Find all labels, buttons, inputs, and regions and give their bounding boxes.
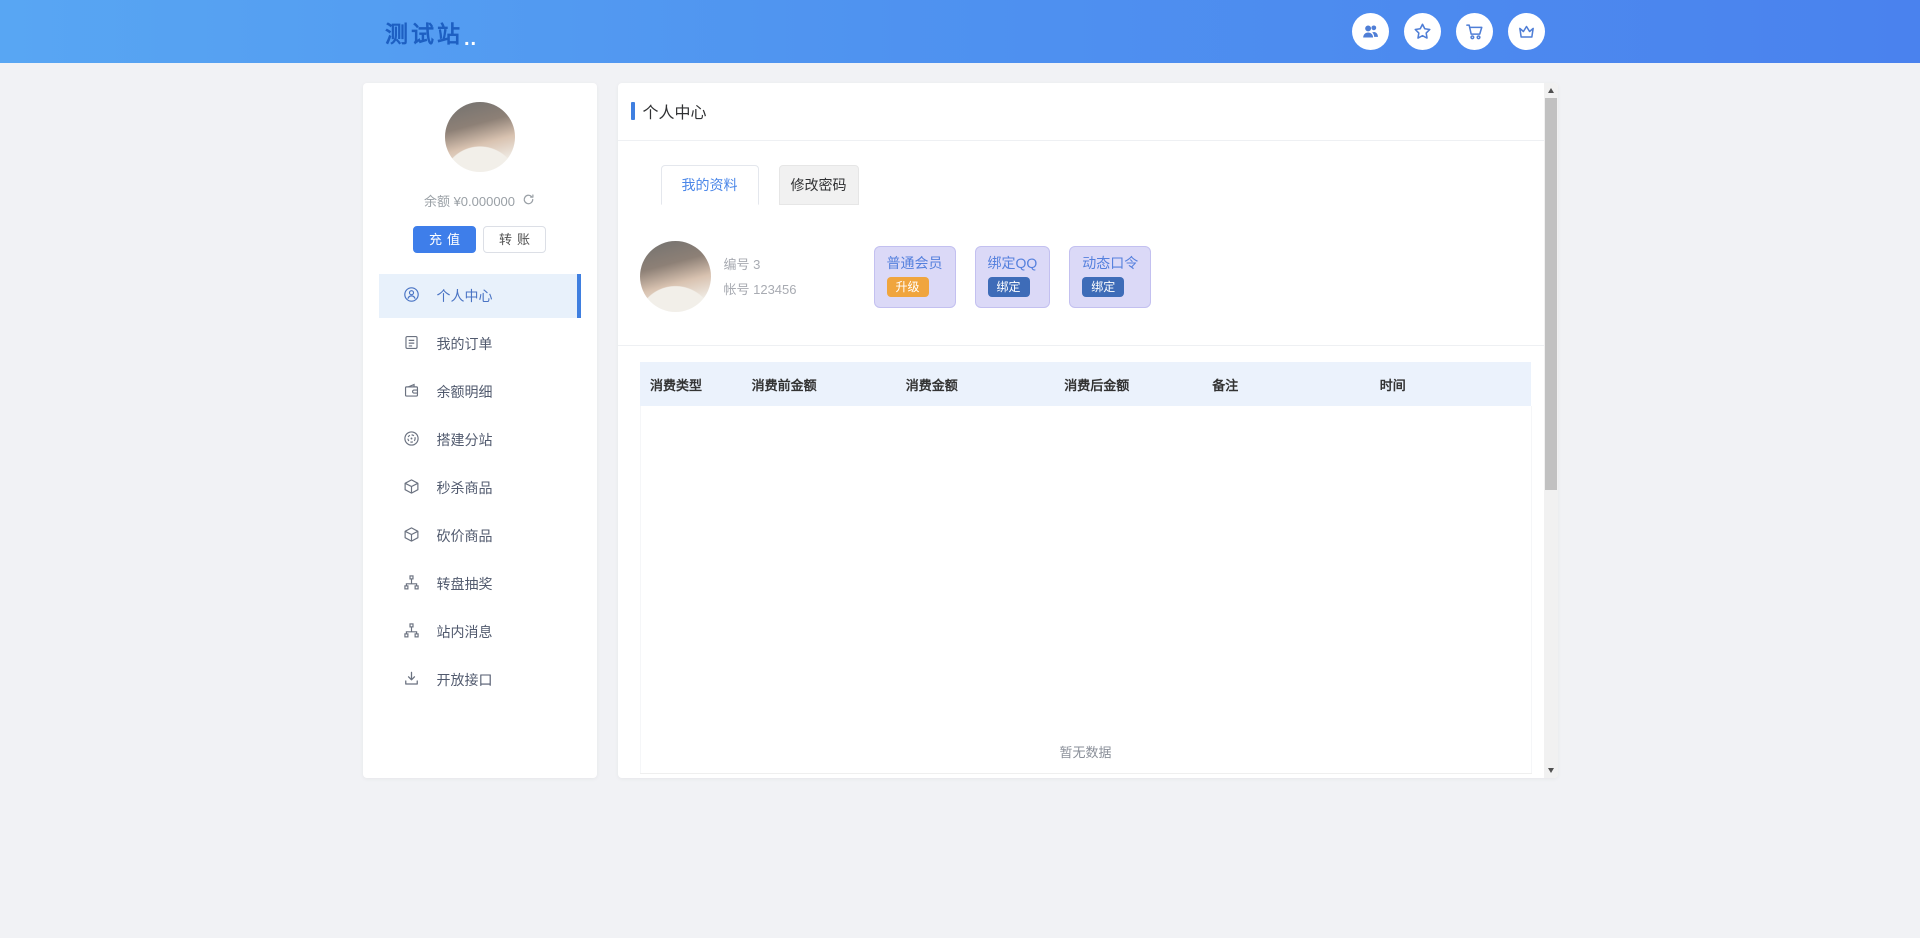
- status-badge-card: 动态口令 绑定: [1069, 246, 1151, 308]
- sidebar-item-label: 个人中心: [437, 286, 493, 306]
- table-column-header: 消费金额: [896, 362, 1055, 406]
- user-avatar[interactable]: [445, 102, 515, 172]
- sidebar-menu: 个人中心 我的订单 余额明细 搭建分站: [379, 274, 581, 702]
- transfer-button[interactable]: 转账: [483, 226, 546, 253]
- section-divider: [618, 345, 1558, 346]
- tab-label: 我的资料: [682, 177, 738, 193]
- table-column-header: 消费前金额: [742, 362, 896, 406]
- order-icon: [403, 334, 420, 354]
- sidebar-menu-item[interactable]: 开放接口: [379, 658, 581, 702]
- status-badge-card: 普通会员 升级: [874, 246, 956, 308]
- user-circle-icon: [403, 286, 420, 306]
- table-column-header: 消费类型: [640, 362, 742, 406]
- sidebar-menu-item[interactable]: 搭建分站: [379, 418, 581, 462]
- star-icon[interactable]: [1404, 13, 1441, 50]
- title-divider: [618, 140, 1558, 141]
- tab-bar: 我的资料 修改密码: [641, 165, 1558, 205]
- cube-icon: [403, 526, 420, 546]
- profile-id: 编号 3: [724, 252, 820, 277]
- table-column-header: 消费后金额: [1054, 362, 1202, 406]
- table-header-row: 消费类型 消费前金额 消费金额 消费后金额 备注 时间: [640, 362, 1531, 406]
- profile-avatar[interactable]: [640, 241, 711, 312]
- wallet-icon: [403, 382, 420, 402]
- page-container: 余额 ¥0.000000 充值 转账 个人中心 我的订单: [363, 83, 1558, 778]
- consumption-table-wrap: 消费类型 消费前金额 消费金额 消费后金额 备注 时间: [640, 362, 1532, 774]
- balance-row: 余额 ¥0.000000: [363, 191, 597, 210]
- panel-title-row: 个人中心: [618, 83, 1558, 123]
- sidebar-menu-item[interactable]: 秒杀商品: [379, 466, 581, 510]
- site-logo-dots: ..: [464, 29, 477, 49]
- top-header: 测试站..: [0, 0, 1920, 63]
- balance-actions: 充值 转账: [363, 226, 597, 253]
- profile-section: 编号 3 帐号 123456 普通会员 升级 绑定QQ 绑定: [640, 241, 1558, 312]
- sidebar-item-label: 我的订单: [437, 334, 493, 354]
- sidebar-item-label: 转盘抽奖: [437, 574, 493, 594]
- badge-action-button[interactable]: 绑定: [988, 277, 1030, 297]
- badge-title: 普通会员: [887, 256, 943, 271]
- sidebar: 余额 ¥0.000000 充值 转账 个人中心 我的订单: [363, 83, 597, 778]
- badge-action-button[interactable]: 升级: [887, 277, 929, 297]
- balance-label: 余额 ¥0.000000: [424, 191, 515, 210]
- sidebar-item-label: 砍价商品: [437, 526, 493, 546]
- site-logo-text: 测试站: [385, 15, 463, 49]
- sidebar-menu-item[interactable]: 余额明细: [379, 370, 581, 414]
- cube-icon: [403, 478, 420, 498]
- tab[interactable]: 我的资料: [661, 165, 759, 205]
- badge-title: 动态口令: [1082, 256, 1138, 271]
- sidebar-menu-item[interactable]: 站内消息: [379, 610, 581, 654]
- site-logo[interactable]: 测试站..: [385, 15, 477, 49]
- empty-state-text: 暂无数据: [1059, 742, 1111, 773]
- recharge-button[interactable]: 充值: [413, 226, 476, 253]
- badge-action-button[interactable]: 绑定: [1082, 277, 1124, 297]
- table-column-header: 时间: [1370, 362, 1531, 406]
- profile-account: 帐号 123456: [724, 277, 820, 302]
- sidebar-menu-item[interactable]: 转盘抽奖: [379, 562, 581, 606]
- sidebar-menu-item[interactable]: 个人中心: [379, 274, 581, 318]
- sidebar-item-label: 开放接口: [437, 670, 493, 690]
- status-badge-card: 绑定QQ 绑定: [975, 246, 1051, 308]
- sidebar-menu-item[interactable]: 我的订单: [379, 322, 581, 366]
- refresh-icon[interactable]: [522, 193, 535, 209]
- table-column-header: 备注: [1202, 362, 1370, 406]
- title-accent-bar: [631, 102, 635, 120]
- site-icon: [403, 430, 420, 450]
- badge-title: 绑定QQ: [988, 256, 1038, 271]
- scrollbar-thumb[interactable]: [1545, 98, 1557, 490]
- consumption-table: 消费类型 消费前金额 消费金额 消费后金额 备注 时间: [640, 362, 1532, 774]
- sidebar-item-label: 余额明细: [437, 382, 493, 402]
- sitemap-icon: [403, 622, 420, 642]
- main-panel: 个人中心 我的资料 修改密码 编号 3 帐号 123456: [618, 83, 1558, 778]
- crown-icon[interactable]: [1508, 13, 1545, 50]
- profile-info: 编号 3 帐号 123456: [724, 252, 820, 302]
- sidebar-item-label: 搭建分站: [437, 430, 493, 450]
- tab[interactable]: 修改密码: [779, 165, 859, 205]
- header-icon-group: [1352, 13, 1545, 50]
- sidebar-menu-item[interactable]: 砍价商品: [379, 514, 581, 558]
- table-empty-row: 暂无数据: [640, 406, 1531, 773]
- sitemap-icon: [403, 574, 420, 594]
- scrollbar-up-arrow-icon[interactable]: [1544, 83, 1558, 98]
- vertical-scrollbar[interactable]: [1544, 83, 1558, 778]
- sidebar-item-label: 站内消息: [437, 622, 493, 642]
- page-title: 个人中心: [643, 99, 707, 123]
- download-icon: [403, 670, 420, 690]
- sidebar-item-label: 秒杀商品: [437, 478, 493, 498]
- users-icon[interactable]: [1352, 13, 1389, 50]
- badge-group: 普通会员 升级 绑定QQ 绑定 动态口令 绑定: [874, 246, 1152, 308]
- scrollbar-down-arrow-icon[interactable]: [1544, 763, 1558, 778]
- tab-label: 修改密码: [791, 177, 847, 193]
- cart-icon[interactable]: [1456, 13, 1493, 50]
